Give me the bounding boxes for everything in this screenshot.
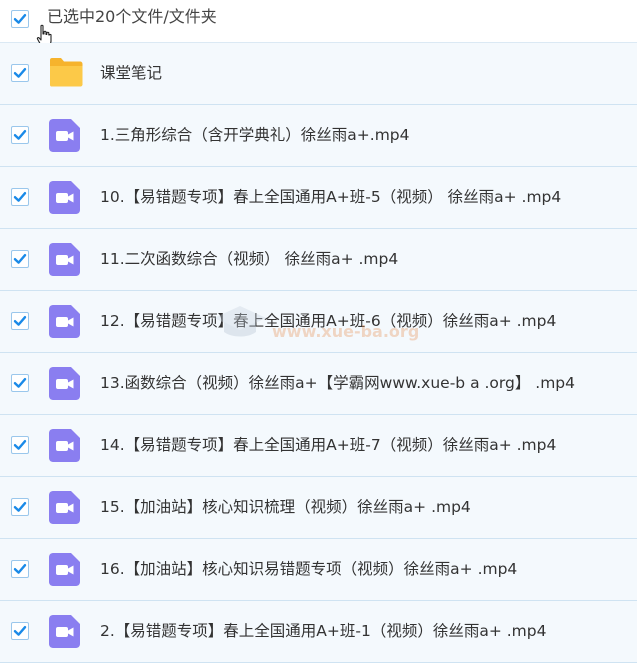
file-name[interactable]: 14.【易错题专项】春上全国通用A+班-7（视频）徐丝雨a+ .mp4 (100, 433, 556, 457)
video-icon (49, 181, 80, 214)
checkmark-icon (13, 130, 27, 140)
checkmark-icon (13, 68, 27, 78)
file-name[interactable]: 10.【易错题专项】春上全国通用A+班-5（视频） 徐丝雨a+ .mp4 (100, 185, 561, 209)
list-item[interactable]: 11.二次函数综合（视频） 徐丝雨a+ .mp4 (0, 229, 637, 291)
video-icon (49, 119, 80, 152)
list-item[interactable]: 16.【加油站】核心知识易错题专项（视频）徐丝雨a+ .mp4 (0, 539, 637, 601)
video-icon (49, 615, 80, 648)
video-icon (49, 429, 80, 462)
item-checkbox[interactable] (11, 436, 29, 454)
file-name[interactable]: 1.三角形综合（含开学典礼）徐丝雨a+.mp4 (100, 123, 410, 147)
checkmark-icon (13, 502, 27, 512)
list-item[interactable]: 1.三角形综合（含开学典礼）徐丝雨a+.mp4 (0, 105, 637, 167)
item-checkbox[interactable] (11, 374, 29, 392)
item-checkbox[interactable] (11, 188, 29, 206)
checkmark-icon (13, 564, 27, 574)
item-checkbox[interactable] (11, 64, 29, 82)
file-name[interactable]: 2.【易错题专项】春上全国通用A+班-1（视频）徐丝雨a+ .mp4 (100, 619, 546, 643)
list-item[interactable]: 10.【易错题专项】春上全国通用A+班-5（视频） 徐丝雨a+ .mp4 (0, 167, 637, 229)
list-item[interactable]: 12.【易错题专项】春上全国通用A+班-6（视频）徐丝雨a+ .mp4 (0, 291, 637, 353)
video-icon (49, 367, 80, 400)
list-item[interactable]: 14.【易错题专项】春上全国通用A+班-7（视频）徐丝雨a+ .mp4 (0, 415, 637, 477)
checkmark-icon (13, 378, 27, 388)
file-name[interactable]: 11.二次函数综合（视频） 徐丝雨a+ .mp4 (100, 247, 398, 271)
file-list: 已选中20个文件/文件夹 课堂笔记 1.三角形综合（含开学典礼）徐丝雨a+.mp… (0, 0, 637, 663)
item-checkbox[interactable] (11, 498, 29, 516)
checkmark-icon (13, 626, 27, 636)
folder-icon (50, 58, 83, 87)
list-item[interactable]: 2.【易错题专项】春上全国通用A+班-1（视频）徐丝雨a+ .mp4 (0, 601, 637, 663)
list-item[interactable]: 13.函数综合（视频）徐丝雨a+【学霸网www.xue-b a .org】 .m… (0, 353, 637, 415)
item-checkbox[interactable] (11, 312, 29, 330)
file-name[interactable]: 13.函数综合（视频）徐丝雨a+【学霸网www.xue-b a .org】 .m… (100, 371, 575, 395)
selection-count-label: 已选中20个文件/文件夹 (47, 7, 217, 26)
list-item[interactable]: 课堂笔记 (0, 43, 637, 105)
file-name[interactable]: 12.【易错题专项】春上全国通用A+班-6（视频）徐丝雨a+ .mp4 (100, 309, 556, 333)
video-icon (49, 305, 80, 338)
checkmark-icon (13, 254, 27, 264)
select-all-checkbox[interactable] (11, 10, 29, 28)
file-name[interactable]: 课堂笔记 (100, 61, 162, 85)
item-checkbox[interactable] (11, 560, 29, 578)
item-checkbox[interactable] (11, 622, 29, 640)
checkmark-icon (13, 316, 27, 326)
checkmark-icon (13, 192, 27, 202)
file-name[interactable]: 16.【加油站】核心知识易错题专项（视频）徐丝雨a+ .mp4 (100, 557, 517, 581)
list-item[interactable]: 15.【加油站】核心知识梳理（视频）徐丝雨a+ .mp4 (0, 477, 637, 539)
file-name[interactable]: 15.【加油站】核心知识梳理（视频）徐丝雨a+ .mp4 (100, 495, 471, 519)
video-icon (49, 553, 80, 586)
video-icon (49, 243, 80, 276)
selection-header: 已选中20个文件/文件夹 (0, 0, 637, 47)
video-icon (49, 491, 80, 524)
checkmark-icon (13, 440, 27, 450)
item-checkbox[interactable] (11, 126, 29, 144)
checkmark-icon (13, 14, 27, 24)
item-checkbox[interactable] (11, 250, 29, 268)
